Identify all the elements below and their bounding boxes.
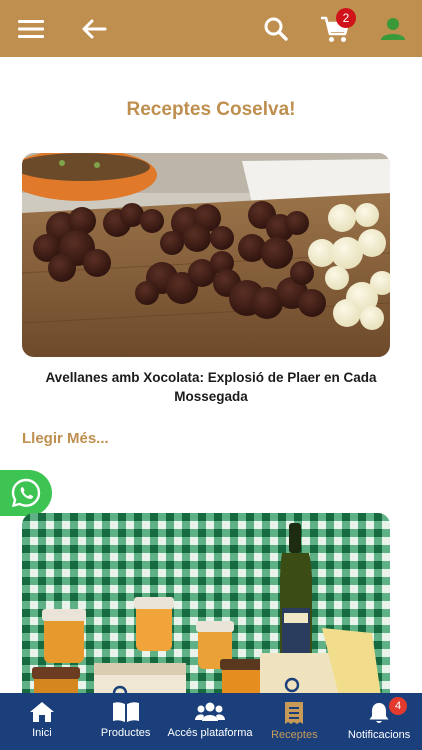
users-icon: [194, 702, 225, 721]
nav-label-recipes: Receptes: [271, 729, 318, 741]
book-icon: [112, 702, 139, 722]
nav-label-platform-access: Accés plataforma: [167, 727, 253, 739]
whatsapp-button[interactable]: [0, 470, 52, 516]
whatsapp-icon: [11, 478, 41, 508]
hamburger-icon: [18, 19, 44, 38]
receipt-icon: [285, 702, 304, 724]
user-icon: [381, 17, 405, 40]
recipe-image-coselva-products[interactable]: [22, 513, 390, 693]
menu-button[interactable]: [10, 0, 52, 57]
back-button[interactable]: [72, 0, 116, 57]
nav-item-products[interactable]: Productes: [84, 693, 168, 750]
recipe-title[interactable]: Avellanes amb Xocolata: Explosió de Plae…: [22, 368, 400, 406]
nav-item-platform-access[interactable]: Accés plataforma: [167, 693, 253, 750]
page-title: Receptes Coselva!: [126, 99, 296, 120]
nav-item-home[interactable]: Inici: [0, 693, 84, 750]
search-button[interactable]: [254, 0, 298, 57]
main-content: Receptes Coselva! Avellanes amb Xocolata…: [0, 57, 422, 693]
user-account-button[interactable]: [372, 0, 414, 57]
chocolate-hazelnuts-photo: [22, 153, 390, 357]
top-bar: 2: [0, 0, 422, 57]
arrow-left-icon: [82, 19, 107, 38]
coselva-products-photo: [22, 513, 390, 693]
recipe-image-chocolate-hazelnuts[interactable]: [22, 153, 390, 357]
nav-label-notifications: Notificacions: [347, 729, 411, 741]
nav-label-products: Productes: [100, 727, 151, 739]
bottom-navigation: Inici Productes Accés plataforma Recepte…: [0, 693, 422, 750]
nav-item-notifications[interactable]: 4 Notificacions: [336, 693, 422, 750]
home-icon: [29, 702, 54, 722]
nav-label-home: Inici: [32, 727, 52, 739]
bell-icon: [369, 703, 389, 723]
cart-count-badge: 2: [336, 8, 356, 28]
cart-button[interactable]: 2: [312, 0, 358, 57]
read-more-link[interactable]: Llegir Més...: [22, 430, 109, 447]
notifications-count-badge: 4: [389, 697, 408, 715]
nav-item-recipes[interactable]: Receptes: [252, 693, 336, 750]
app-screen: 2 Receptes Coselva! Avellanes amb Xocola…: [0, 0, 422, 750]
search-icon: [264, 17, 288, 41]
